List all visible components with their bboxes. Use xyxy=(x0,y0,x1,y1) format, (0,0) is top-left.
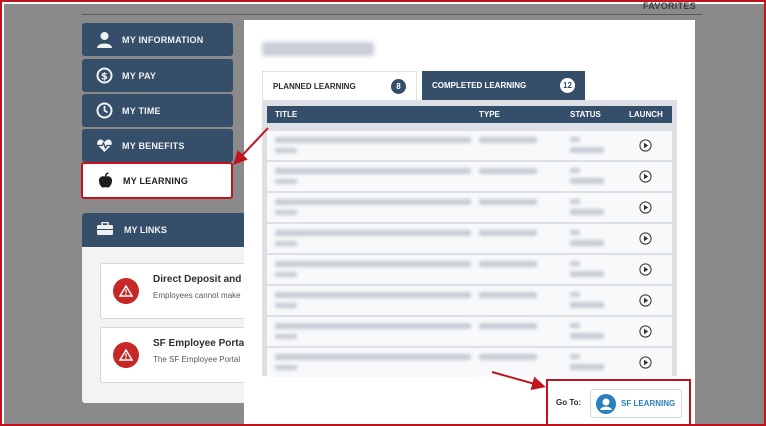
screenshot-frame: FAVORITES MY INFORMATION $ MY PAY MY TIM… xyxy=(0,0,766,426)
page-background: FAVORITES MY INFORMATION $ MY PAY MY TIM… xyxy=(4,2,764,424)
arrow-to-my-learning xyxy=(233,127,269,165)
annotation-arrows xyxy=(233,127,546,391)
arrow-to-sf-learning xyxy=(491,371,546,391)
